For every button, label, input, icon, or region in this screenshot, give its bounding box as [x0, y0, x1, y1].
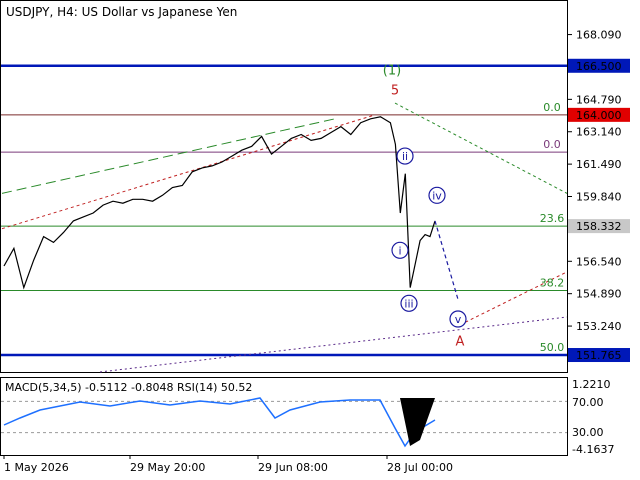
level-badge-label-5: 151.765 — [576, 349, 622, 362]
wave-label-7: A — [456, 335, 465, 350]
ind-tick-label-2: 30.00 — [572, 426, 604, 439]
wave-label-5: iii — [404, 297, 413, 310]
chart-title: USDJPY, H4: US Dollar vs Japanese Yen — [6, 5, 237, 19]
price-panel-frame — [0, 0, 568, 373]
y-tick-label-7: 153.240 — [576, 320, 622, 333]
fib-label-4: 50.0 — [540, 341, 565, 354]
fib-label-0: 0.0 — [543, 101, 561, 114]
macd-label: MACD(5,34,5) -0.5112 -0.8048 RSI(14) 50.… — [5, 381, 252, 394]
y-tick-label-3: 161.490 — [576, 158, 622, 171]
y-tick-label-4: 159.840 — [576, 191, 622, 204]
wave-label-4: i — [398, 244, 401, 257]
y-tick-label-2: 163.140 — [576, 126, 622, 139]
ind-tick-label-0: 1.2210 — [572, 378, 611, 391]
wave-label-6: v — [455, 313, 462, 326]
ind-tick-label-1: 70.00 — [572, 396, 604, 409]
ind-tick-label-3: -4.1637 — [572, 443, 614, 456]
wave-label-2: ii — [402, 150, 408, 163]
y-tick-label-0: 168.090 — [576, 29, 622, 42]
wave-label-3: iv — [432, 189, 442, 202]
x-tick-label-3: 28 Jul 00:00 — [387, 461, 453, 474]
fib-label-2: 23.6 — [540, 212, 565, 225]
y-tick-label-6: 154.890 — [576, 288, 622, 301]
level-badge-label-3: 158.332 — [576, 220, 622, 233]
wave-label-0: (1) — [383, 64, 401, 79]
x-tick-label-0: 1 May 2026 — [4, 461, 69, 474]
chart-canvas: 168.090 164.790 163.140 161.490 159.840 156.5… — [0, 0, 630, 474]
x-tick-label-2: 29 Jun 08:00 — [258, 461, 328, 474]
x-tick-label-1: 29 May 20:00 — [130, 461, 205, 474]
level-badge-label-1: 164.000 — [576, 109, 622, 122]
y-tick-label-5: 156.540 — [576, 255, 622, 268]
level-badge-label-0: 166.500 — [576, 60, 622, 73]
y-tick-label-1: 164.790 — [576, 93, 622, 106]
fib-label-3: 38.2 — [540, 277, 565, 290]
fib-label-1: 0.0 — [543, 138, 561, 151]
wave-label-1: 5 — [391, 83, 399, 98]
